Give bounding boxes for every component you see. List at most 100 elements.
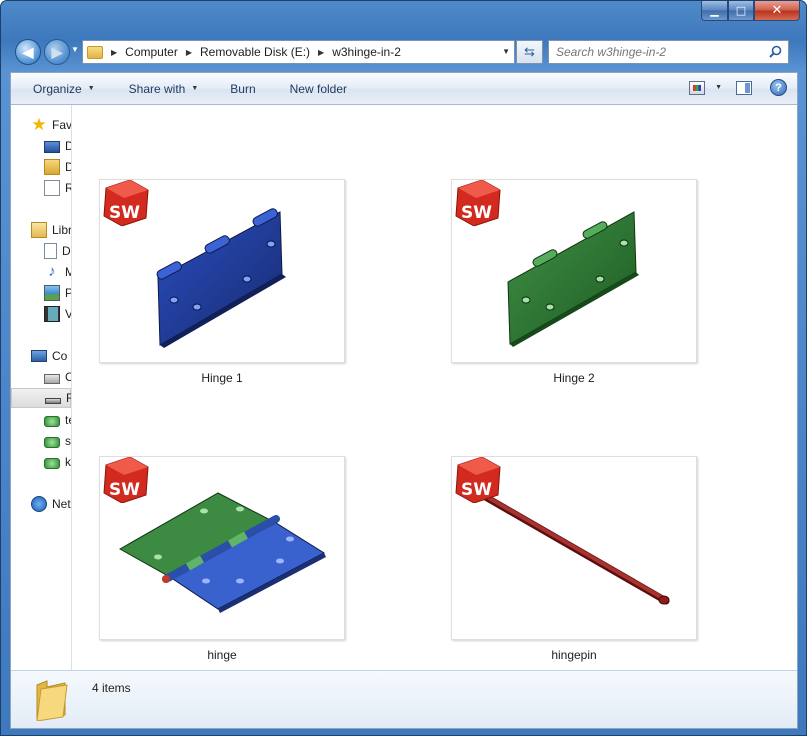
refresh-button[interactable]: ⇆ bbox=[516, 40, 543, 64]
film-strip-icon bbox=[44, 306, 60, 322]
nav-pictures[interactable]: P bbox=[44, 283, 71, 303]
solidworks-badge-icon: SW bbox=[455, 457, 501, 503]
change-view-icon[interactable] bbox=[689, 80, 706, 95]
star-icon: ★ bbox=[31, 115, 47, 134]
refresh-icon: ⇆ bbox=[524, 44, 535, 59]
network-drive-icon bbox=[44, 436, 60, 448]
back-button[interactable]: ◀ bbox=[15, 39, 41, 65]
help-icon[interactable]: ? bbox=[770, 79, 787, 96]
maximize-button[interactable]: □ bbox=[728, 1, 754, 21]
close-button[interactable]: ✕ bbox=[754, 1, 800, 21]
nav-label: Fav bbox=[52, 118, 72, 132]
explorer-window: ▁ □ ✕ ◀ ▶ ▼ ▶ Computer ▶ Removable Disk … bbox=[0, 0, 807, 736]
address-bar[interactable]: ▶ Computer ▶ Removable Disk (E:) ▶ w3hin… bbox=[82, 40, 515, 64]
nav-libraries[interactable]: Libr bbox=[31, 220, 72, 240]
thumbnail: SW bbox=[99, 456, 345, 640]
navigation-pane[interactable]: ★ Fav D D R Libr D bbox=[11, 105, 72, 670]
nav-removable-disk[interactable]: R bbox=[11, 388, 71, 408]
pictures-icon bbox=[44, 285, 60, 301]
music-note-icon: ♪ bbox=[48, 263, 56, 280]
file-item-hingepin[interactable]: SW hingepin bbox=[451, 456, 697, 662]
chevron-right-icon[interactable]: ▶ bbox=[186, 48, 192, 57]
nav-label: D bbox=[62, 244, 71, 258]
documents-icon bbox=[44, 243, 57, 259]
nav-label: Net bbox=[52, 497, 71, 511]
nav-computer[interactable]: Co bbox=[31, 346, 67, 366]
removable-drive-icon bbox=[45, 397, 61, 404]
breadcrumb-current-folder[interactable]: w3hinge-in-2 bbox=[332, 45, 401, 59]
file-name: Hinge 2 bbox=[553, 371, 595, 385]
solidworks-badge-icon: SW bbox=[455, 180, 501, 226]
organize-button[interactable]: Organize ▼ bbox=[31, 77, 97, 101]
nav-desktop[interactable]: D bbox=[44, 136, 71, 156]
solidworks-badge-icon: SW bbox=[103, 180, 149, 226]
minimize-button[interactable]: ▁ bbox=[701, 1, 728, 21]
nav-documents[interactable]: D bbox=[44, 241, 71, 261]
new-folder-button[interactable]: New folder bbox=[288, 77, 349, 101]
file-item-hinge-2[interactable]: SW Hinge 2 bbox=[451, 179, 697, 385]
nav-downloads[interactable]: D bbox=[44, 157, 71, 177]
caption-buttons: ▁ □ ✕ bbox=[701, 1, 800, 21]
nav-label: C bbox=[65, 370, 71, 384]
downloads-icon bbox=[44, 159, 60, 175]
libraries-icon bbox=[31, 222, 47, 238]
chevron-right-icon[interactable]: ▶ bbox=[111, 48, 117, 57]
thumbnail: SW bbox=[451, 456, 697, 640]
network-drive-icon bbox=[44, 457, 60, 469]
file-item-hinge-1[interactable]: SW Hinge 1 bbox=[99, 179, 345, 385]
item-count: 4 items bbox=[92, 681, 131, 695]
address-history-dropdown[interactable]: ▼ bbox=[502, 47, 510, 56]
client-area: Organize ▼ Share with ▼ Burn New folder … bbox=[10, 72, 798, 729]
nav-music[interactable]: ♪ M bbox=[44, 262, 71, 282]
recent-pages-dropdown[interactable]: ▼ bbox=[71, 45, 79, 54]
nav-network[interactable]: Net bbox=[31, 494, 71, 514]
thumbnail: SW bbox=[451, 179, 697, 363]
nav-label: Libr bbox=[52, 223, 72, 237]
nav-videos[interactable]: V bbox=[44, 304, 71, 324]
breadcrumb-computer[interactable]: Computer bbox=[125, 45, 178, 59]
nav-recent-places[interactable]: R bbox=[44, 178, 71, 198]
details-pane: 4 items bbox=[11, 670, 797, 728]
file-name: hinge bbox=[207, 648, 237, 662]
chevron-down-icon: ▼ bbox=[87, 85, 95, 92]
solidworks-badge-icon: SW bbox=[103, 457, 149, 503]
share-with-label: Share with bbox=[128, 81, 186, 96]
file-list[interactable]: SW Hinge 1 SW Hinge 2 SW hinge SW hingep… bbox=[73, 105, 797, 670]
preview-pane-icon[interactable] bbox=[736, 80, 752, 95]
nav-label: R bbox=[66, 391, 71, 405]
breadcrumb-removable-disk[interactable]: Removable Disk (E:) bbox=[200, 45, 310, 59]
nav-label: R bbox=[65, 181, 71, 195]
burn-button[interactable]: Burn bbox=[228, 77, 257, 101]
computer-icon bbox=[31, 350, 47, 362]
command-bar: Organize ▼ Share with ▼ Burn New folder … bbox=[11, 73, 797, 105]
nav-label: V bbox=[65, 307, 71, 321]
file-item-hinge[interactable]: SW hinge bbox=[99, 456, 345, 662]
nav-network-drive-2[interactable]: sy bbox=[44, 431, 71, 451]
arrow-right-icon: ▶ bbox=[51, 43, 63, 60]
nav-local-disk[interactable]: C bbox=[44, 367, 71, 387]
file-name: Hinge 1 bbox=[201, 371, 243, 385]
forward-button[interactable]: ▶ bbox=[44, 39, 70, 65]
badge-text: SW bbox=[109, 480, 140, 500]
arrow-left-icon: ◀ bbox=[22, 43, 34, 60]
nav-favorites[interactable]: ★ Fav bbox=[31, 115, 72, 135]
organize-label: Organize bbox=[33, 81, 82, 96]
folder-icon bbox=[87, 45, 103, 59]
search-input[interactable] bbox=[556, 45, 756, 59]
folder-icon bbox=[36, 680, 68, 721]
search-icon[interactable] bbox=[769, 45, 782, 58]
network-drive-icon bbox=[44, 415, 60, 427]
view-controls: ▼ ? bbox=[689, 79, 787, 96]
chevron-right-icon[interactable]: ▶ bbox=[318, 48, 324, 57]
nav-network-drive-3[interactable]: k bbox=[44, 452, 71, 472]
nav-label: D bbox=[65, 139, 71, 153]
thumbnail: SW bbox=[99, 179, 345, 363]
nav-network-drive-1[interactable]: te bbox=[44, 410, 71, 430]
nav-label: sy bbox=[65, 434, 71, 448]
search-box[interactable] bbox=[548, 40, 789, 64]
view-options-dropdown[interactable]: ▼ bbox=[715, 84, 722, 91]
share-with-button[interactable]: Share with ▼ bbox=[127, 77, 201, 101]
file-name: hingepin bbox=[551, 648, 597, 662]
recent-places-icon bbox=[44, 180, 60, 196]
nav-label: Co bbox=[52, 349, 68, 363]
